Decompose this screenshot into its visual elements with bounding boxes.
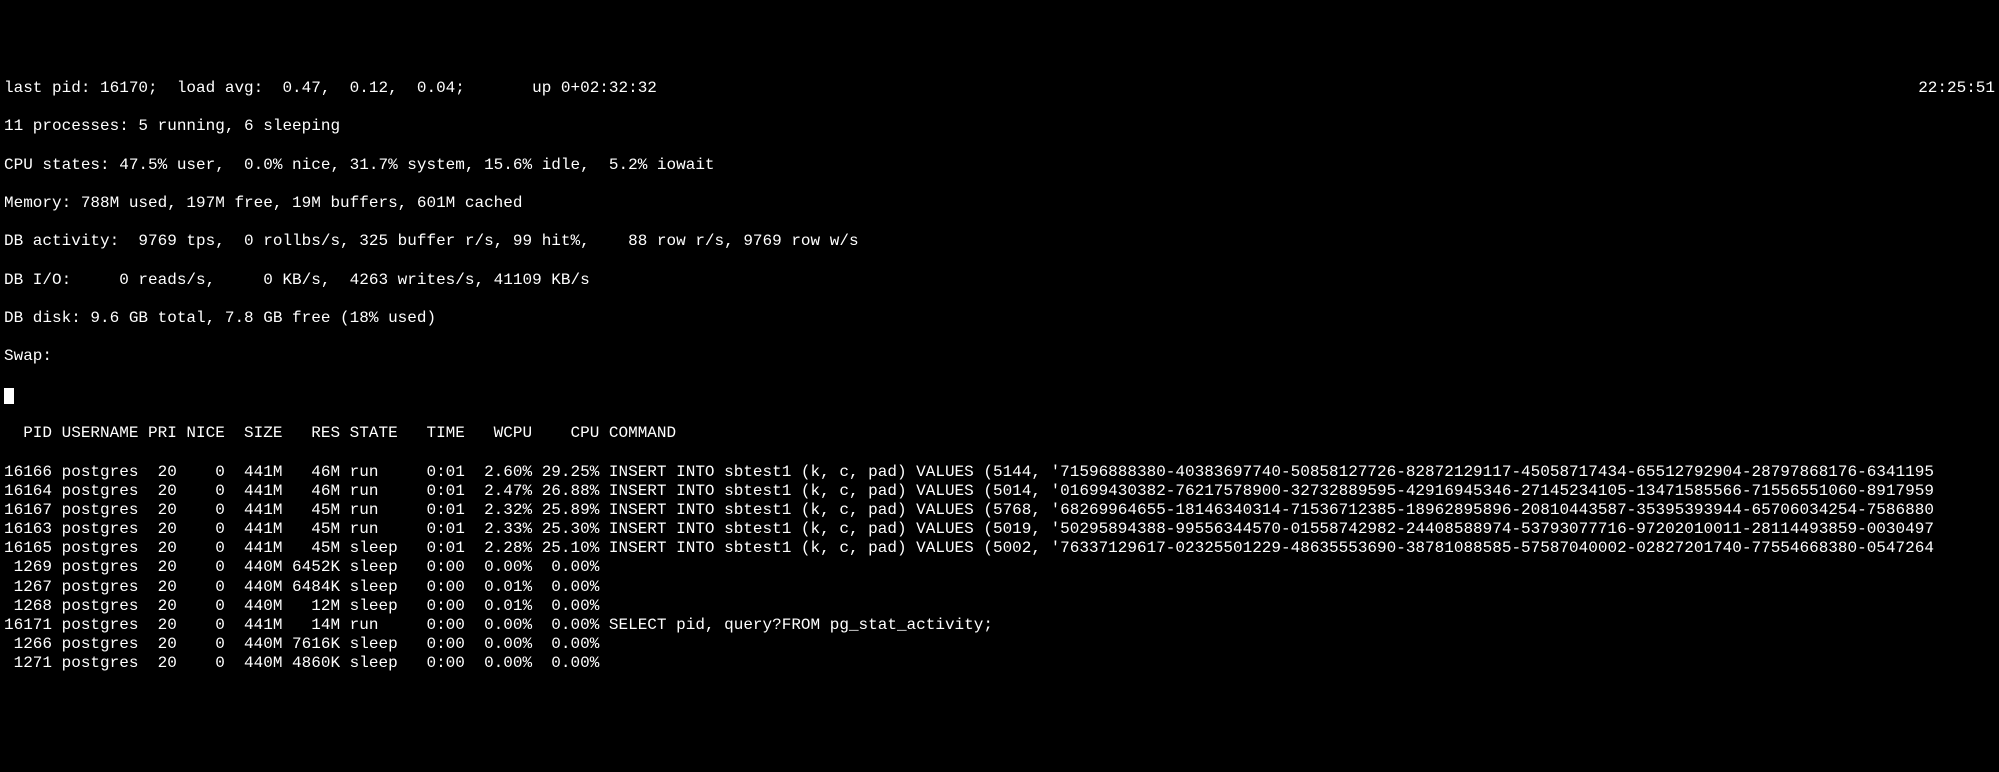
header-line-1: last pid: 16170; load avg: 0.47, 0.12, 0… — [4, 79, 1995, 98]
clock-time: 22:25:51 — [1918, 79, 1995, 98]
process-row[interactable]: 1268 postgres 20 0 440M 12M sleep 0:00 0… — [4, 597, 1995, 616]
header-summary: last pid: 16170; load avg: 0.47, 0.12, 0… — [4, 79, 1918, 98]
header-db-disk: DB disk: 9.6 GB total, 7.8 GB free (18% … — [4, 309, 1995, 328]
process-row[interactable]: 16171 postgres 20 0 441M 14M run 0:00 0.… — [4, 616, 1995, 635]
process-row[interactable]: 16166 postgres 20 0 441M 46M run 0:01 2.… — [4, 463, 1995, 482]
process-row[interactable]: 16165 postgres 20 0 441M 45M sleep 0:01 … — [4, 539, 1995, 558]
process-row[interactable]: 16164 postgres 20 0 441M 46M run 0:01 2.… — [4, 482, 1995, 501]
cursor-icon — [4, 388, 14, 404]
header-swap: Swap: — [4, 347, 1995, 366]
process-row[interactable]: 1267 postgres 20 0 440M 6484K sleep 0:00… — [4, 578, 1995, 597]
cursor-line — [4, 386, 1995, 405]
process-row[interactable]: 16167 postgres 20 0 441M 45M run 0:01 2.… — [4, 501, 1995, 520]
header-db-activity: DB activity: 9769 tps, 0 rollbs/s, 325 b… — [4, 232, 1995, 251]
process-row[interactable]: 1266 postgres 20 0 440M 7616K sleep 0:00… — [4, 635, 1995, 654]
header-db-io: DB I/O: 0 reads/s, 0 KB/s, 4263 writes/s… — [4, 271, 1995, 290]
header-memory: Memory: 788M used, 197M free, 19M buffer… — [4, 194, 1995, 213]
process-row[interactable]: 16163 postgres 20 0 441M 45M run 0:01 2.… — [4, 520, 1995, 539]
header-cpu-states: CPU states: 47.5% user, 0.0% nice, 31.7%… — [4, 156, 1995, 175]
process-table-body: 16166 postgres 20 0 441M 46M run 0:01 2.… — [4, 463, 1995, 674]
header-processes: 11 processes: 5 running, 6 sleeping — [4, 117, 1995, 136]
process-row[interactable]: 1269 postgres 20 0 440M 6452K sleep 0:00… — [4, 558, 1995, 577]
process-row[interactable]: 1271 postgres 20 0 440M 4860K sleep 0:00… — [4, 654, 1995, 673]
column-headers: PID USERNAME PRI NICE SIZE RES STATE TIM… — [4, 424, 1995, 443]
